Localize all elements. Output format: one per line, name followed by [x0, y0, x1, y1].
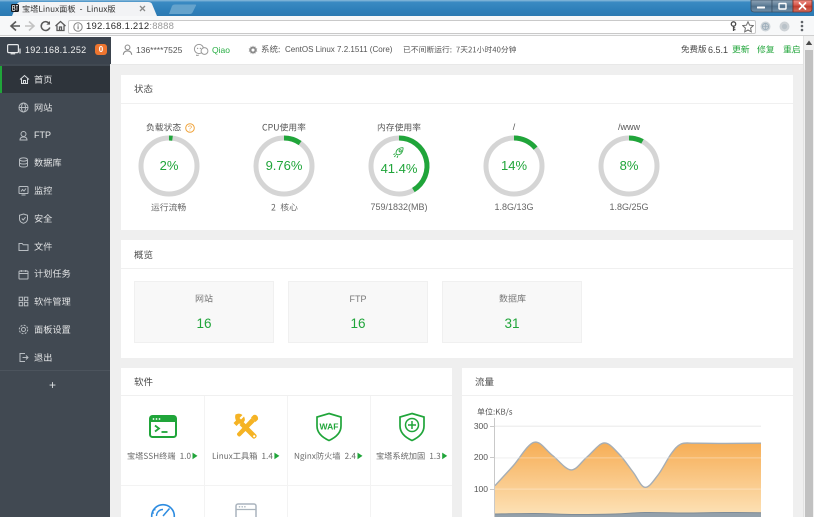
- svg-text:?: ?: [188, 123, 192, 132]
- svg-text:WAF: WAF: [319, 422, 338, 432]
